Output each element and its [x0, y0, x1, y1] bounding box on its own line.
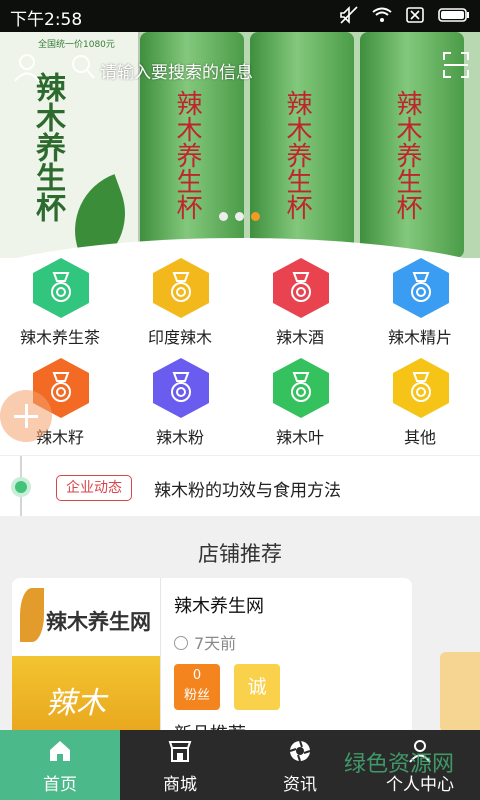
- store-logo: 辣木养生网: [12, 578, 160, 658]
- medal-icon: [273, 258, 329, 318]
- news-headline[interactable]: 辣木粉的功效与食用方法: [154, 476, 341, 501]
- tab-label: 首页: [43, 775, 77, 795]
- carousel-dots: [219, 212, 260, 221]
- aperture-icon: [289, 740, 311, 762]
- store-name[interactable]: 辣木养生网: [174, 592, 264, 618]
- medal-icon: [33, 258, 89, 318]
- category-item-2[interactable]: 辣木酒: [240, 258, 360, 354]
- fans-badge[interactable]: 0 粉丝: [174, 664, 220, 710]
- carousel-dot-3[interactable]: [251, 212, 260, 221]
- medal-icon: [153, 358, 209, 418]
- store-product-image: 辣木: [12, 656, 160, 738]
- sim-icon: [406, 7, 424, 23]
- box-title: 辣木养生杯: [30, 72, 65, 222]
- category-item-6[interactable]: 辣木叶: [240, 358, 360, 454]
- store-card-next[interactable]: [440, 652, 480, 732]
- status-time: 下午2:58: [10, 10, 83, 30]
- medal-icon: [393, 358, 449, 418]
- category-label: 辣木酒: [275, 328, 324, 347]
- status-bar: 下午2:58: [0, 0, 480, 32]
- category-label: 辣木叶: [275, 428, 324, 447]
- tab-home[interactable]: 首页: [0, 730, 120, 800]
- category-item-7[interactable]: 其他: [360, 358, 480, 454]
- store-icon: [168, 741, 192, 762]
- category-item-3[interactable]: 辣木精片: [360, 258, 480, 354]
- package-calligraphy: 辣木: [46, 686, 106, 721]
- medal-icon: [273, 358, 329, 418]
- news-ticker[interactable]: 企业动态 辣木粉的功效与食用方法: [0, 455, 480, 516]
- watermark: 绿色资源网: [344, 752, 455, 777]
- tab-news[interactable]: 资讯: [240, 730, 360, 800]
- category-item-5[interactable]: 辣木粉: [120, 358, 240, 454]
- fans-label: 粉丝: [183, 688, 210, 703]
- carousel-dot-2[interactable]: [235, 212, 244, 221]
- integrity-badge: 诚: [234, 664, 280, 710]
- search-bar: 请输入要搜索的信息: [8, 46, 472, 88]
- carousel-dot-1[interactable]: [219, 212, 228, 221]
- fans-count: 0: [192, 668, 202, 683]
- category-label: 辣木粉: [155, 428, 204, 447]
- category-label: 辣木精片: [387, 328, 452, 347]
- category-label: 辣木养生茶: [19, 328, 100, 347]
- category-item-1[interactable]: 印度辣木: [120, 258, 240, 354]
- store-time: 7天前: [174, 630, 236, 654]
- mute-icon: [340, 6, 358, 24]
- logo-name: 辣木养生网: [46, 610, 151, 634]
- search-icon: [72, 55, 95, 79]
- news-tag: 企业动态: [56, 475, 132, 501]
- battery-icon: [438, 8, 469, 22]
- logo-swirl-icon: [20, 588, 44, 642]
- search-placeholder: 请输入要搜索的信息: [100, 63, 253, 83]
- home-icon: [50, 741, 70, 761]
- tab-store[interactable]: 商城: [120, 730, 240, 800]
- user-icon[interactable]: [12, 52, 42, 82]
- tab-label: 资讯: [283, 775, 317, 795]
- section-title: 店铺推荐: [198, 542, 282, 566]
- timeline-dot: [15, 481, 27, 493]
- category-label: 其他: [403, 428, 436, 447]
- tab-label: 商城: [163, 775, 197, 795]
- card-divider: [160, 578, 161, 738]
- category-label: 印度辣木: [147, 328, 212, 347]
- store-time-text: 7天前: [194, 634, 237, 653]
- category-item-0[interactable]: 辣木养生茶: [0, 258, 120, 354]
- clock-icon: [174, 636, 188, 650]
- medal-icon: [153, 258, 209, 318]
- medal-icon: [393, 258, 449, 318]
- store-recommendation-section: 店铺推荐 辣木养生网 辣木 辣木养生网 7天前 0 粉丝 诚 新品推荐: [0, 516, 480, 738]
- scan-icon[interactable]: [442, 51, 470, 79]
- wifi-icon: [372, 7, 392, 22]
- floating-add-button[interactable]: [0, 390, 52, 442]
- category-grid: 辣木养生茶 印度辣木 辣木酒 辣木精片 辣木籽 辣木粉 辣木叶 其他: [0, 258, 480, 453]
- store-card[interactable]: 辣木养生网 辣木 辣木养生网 7天前 0 粉丝 诚 新品推荐: [12, 578, 412, 738]
- search-input[interactable]: 请输入要搜索的信息: [70, 52, 430, 86]
